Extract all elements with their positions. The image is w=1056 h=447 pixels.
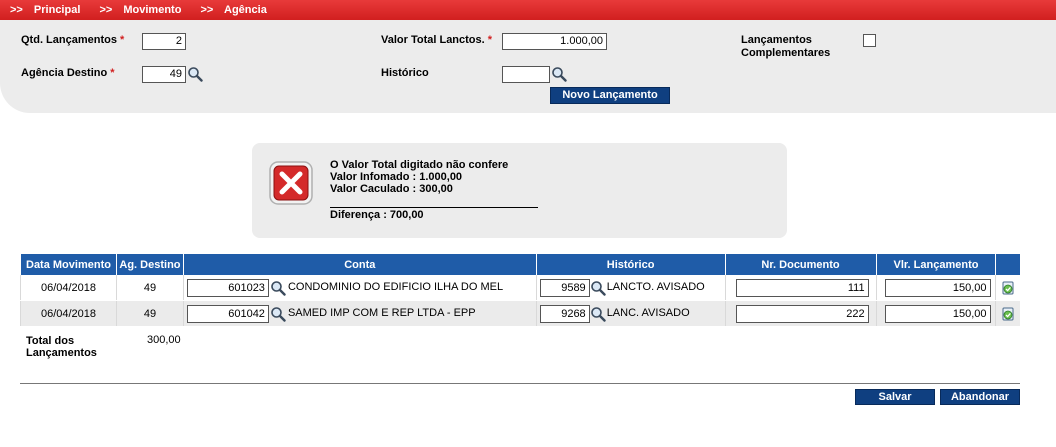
table-row: 06/04/2018 49 601023 CONDOMINIO DO EDIFI… [20,275,1020,301]
documento-input[interactable]: 222 [735,305,869,323]
lancamentos-table: Data Movimento Ag. Destino Conta Históri… [20,254,1020,327]
column-header-conta[interactable]: Conta [182,254,537,275]
search-icon[interactable] [590,280,606,296]
qtd-lancamentos-input[interactable]: 2 [142,33,186,50]
total-lancamentos-label: Total dos Lançamentos [26,335,97,359]
column-header-vlr-lancamento[interactable]: Vlr. Lançamento [875,254,996,275]
cell-historico: 9589 LANCTO. AVISADO [535,275,726,301]
valor-input[interactable]: 150,00 [884,279,991,297]
breadcrumb: >> Principal >> Movimento >> Agência [0,0,1056,20]
search-icon[interactable] [270,306,286,322]
error-divider [330,207,538,208]
lancamentos-complementares-checkbox[interactable] [863,34,876,47]
conta-nome: CONDOMINIO DO EDIFICIO ILHA DO MEL [287,281,504,293]
historico-nome: LANC. AVISADO [606,307,690,319]
documento-input[interactable]: 111 [735,279,869,297]
error-text: O Valor Total digitado não confere Valor… [330,159,509,195]
historico-code-input[interactable]: 9268 [539,305,590,323]
conta-input[interactable]: 601023 [186,279,269,297]
novo-lancamento-button[interactable]: Novo Lançamento [550,87,670,104]
valor-input[interactable]: 150,00 [884,305,991,323]
column-header-ag-destino[interactable]: Ag. Destino [115,254,184,275]
qtd-lancamentos-label: Qtd. Lançamentos * [21,34,125,46]
cell-ag-destino: 49 [115,275,184,301]
column-header-data-movimento[interactable]: Data Movimento [20,254,117,275]
required-mark: * [487,34,492,46]
required-mark: * [119,34,125,46]
search-icon[interactable] [270,280,286,296]
conta-nome: SAMED IMP COM E REP LTDA - EPP [287,307,476,319]
breadcrumb-item-agencia[interactable]: >> Agência [201,4,275,16]
conta-input[interactable]: 601042 [186,305,269,323]
table-header-row: Data Movimento Ag. Destino Conta Históri… [20,254,1020,275]
cell-data-movimento: 06/04/2018 [20,275,117,301]
cell-data-movimento: 06/04/2018 [20,300,117,327]
cell-historico: 9268 LANC. AVISADO [535,300,726,327]
cell-conta: 601023 CONDOMINIO DO EDIFICIO ILHA DO ME… [182,275,537,301]
table-row: 06/04/2018 49 601042 SAMED IMP COM E REP… [20,300,1020,327]
historico-nome: LANCTO. AVISADO [606,281,705,293]
error-difference: Diferença : 700,00 [330,209,424,221]
column-header-nr-documento[interactable]: Nr. Documento [724,254,876,275]
total-lancamentos-value: 300,00 [147,334,181,346]
required-mark: * [110,67,115,79]
cell-action [995,300,1020,327]
column-header-actions [995,254,1020,275]
historico-input[interactable] [502,66,550,83]
search-icon[interactable] [187,66,203,82]
historico-code-input[interactable]: 9589 [539,279,590,297]
cell-action [995,275,1020,301]
cell-ag-destino: 49 [115,300,184,327]
cell-conta: 601042 SAMED IMP COM E REP LTDA - EPP [182,300,537,327]
search-icon[interactable] [551,66,567,82]
error-message-box: O Valor Total digitado não confere Valor… [252,143,787,238]
edit-row-icon[interactable] [1000,280,1016,296]
cell-vlr-lancamento: 150,00 [875,275,996,301]
edit-row-icon[interactable] [1000,306,1016,322]
breadcrumb-item-movimento[interactable]: >> Movimento [99,4,189,16]
abandon-button[interactable]: Abandonar [940,389,1020,405]
agencia-destino-input[interactable]: 49 [142,66,186,83]
save-button[interactable]: Salvar [855,389,935,405]
column-header-historico[interactable]: Histórico [535,254,726,275]
agencia-destino-label: Agência Destino * [21,67,115,79]
cell-nr-documento: 222 [724,300,876,327]
search-icon[interactable] [590,306,606,322]
valor-total-label: Valor Total Lanctos. * [381,34,492,46]
valor-total-input[interactable]: 1.000,00 [502,33,607,50]
cell-vlr-lancamento: 150,00 [875,300,996,327]
historico-label: Histórico [381,67,429,79]
error-icon [269,161,313,205]
divider [20,383,1020,384]
lancamentos-complementares-label: Lançamentos Complementares [741,34,831,59]
breadcrumb-item-principal[interactable]: >> Principal [10,4,88,16]
cell-nr-documento: 111 [724,275,876,301]
